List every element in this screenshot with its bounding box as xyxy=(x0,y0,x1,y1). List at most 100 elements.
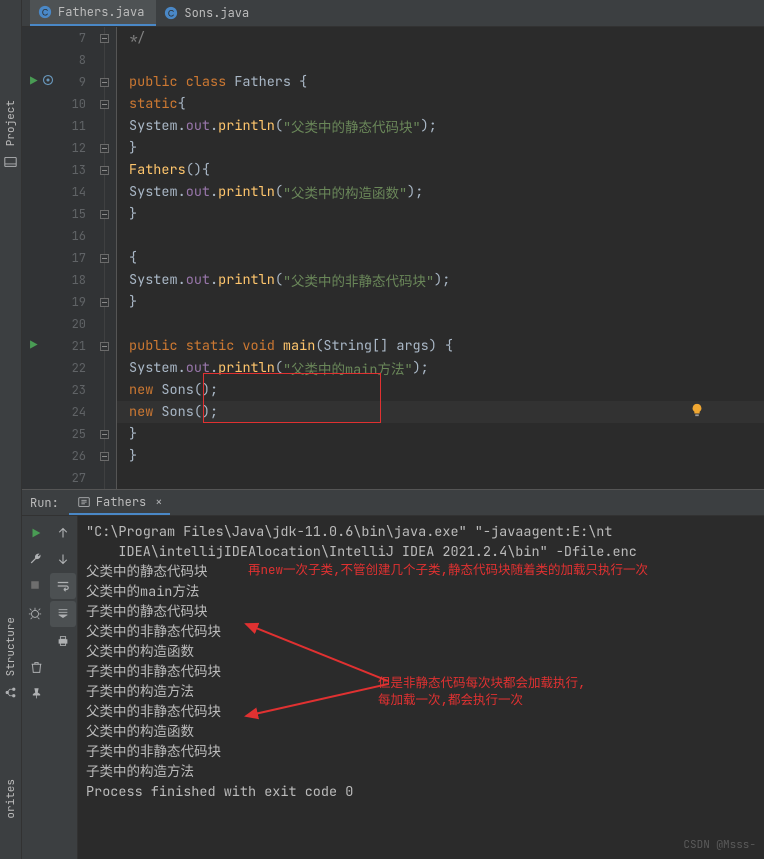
code-line[interactable]: static{ xyxy=(117,93,764,115)
code-line[interactable] xyxy=(117,225,764,247)
gutter-row[interactable]: 25 xyxy=(22,423,116,445)
fold-toggle[interactable] xyxy=(100,166,109,175)
line-number: 11 xyxy=(62,118,86,134)
code-line[interactable]: System.out.println("父类中的构造函数"); xyxy=(117,181,764,203)
up-button[interactable] xyxy=(50,520,78,546)
gutter-row[interactable]: 17 xyxy=(22,247,116,269)
run-toolbar xyxy=(22,516,78,859)
java-class-icon: C xyxy=(164,6,178,20)
scroll-to-end-button[interactable] xyxy=(50,601,77,627)
fold-toggle[interactable] xyxy=(100,298,109,307)
run-panel: Run: Fathers × xyxy=(22,489,764,859)
code-line[interactable] xyxy=(117,467,764,489)
fold-toggle[interactable] xyxy=(100,342,109,351)
editor-tabs: C Fathers.java C Sons.java xyxy=(22,0,764,27)
gutter-row[interactable]: 14 xyxy=(22,181,116,203)
gutter-row[interactable]: 11 xyxy=(22,115,116,137)
gutter-row[interactable]: 9 xyxy=(22,71,116,93)
gutter-row[interactable]: 13 xyxy=(22,159,116,181)
gutter-row[interactable]: 12 xyxy=(22,137,116,159)
code-line[interactable]: } xyxy=(117,423,764,445)
gutter-row[interactable]: 7 xyxy=(22,27,116,49)
fold-toggle[interactable] xyxy=(100,78,109,87)
gutter-row[interactable]: 22 xyxy=(22,357,116,379)
line-number: 26 xyxy=(62,448,86,464)
gutter-row[interactable]: 21 xyxy=(22,335,116,357)
code-line[interactable]: } xyxy=(117,137,764,159)
gutter-row[interactable]: 8 xyxy=(22,49,116,71)
fold-toggle[interactable] xyxy=(100,100,109,109)
fold-toggle[interactable] xyxy=(100,254,109,263)
watermark: CSDN @Msss- xyxy=(683,835,756,855)
code-line[interactable]: } xyxy=(117,445,764,467)
fold-toggle[interactable] xyxy=(100,34,109,43)
gutter-row[interactable]: 27 xyxy=(22,467,116,489)
code-line[interactable]: new Sons(); xyxy=(117,379,764,401)
gutter[interactable]: 7 8 910 11 1213 14 1516 17 18192021 22 232425 26 27 xyxy=(22,27,117,489)
print-button[interactable] xyxy=(50,628,78,654)
code-editor[interactable]: 789101112131415161718192021222324252627 … xyxy=(22,27,764,489)
console-line: Process finished with exit code 0 xyxy=(86,782,756,802)
pin-button[interactable] xyxy=(22,680,50,706)
code-line[interactable]: Fathers(){ xyxy=(117,159,764,181)
gutter-row[interactable]: 20 xyxy=(22,313,116,335)
annotation-1: 再new一次子类,不管创建几个子类,静态代码块随着类的加载只执行一次 xyxy=(248,560,648,580)
code-area[interactable]: */ public class Fathers { static{ System… xyxy=(117,27,764,489)
run-config-tab[interactable]: Fathers × xyxy=(69,490,171,515)
run-line-icon[interactable] xyxy=(28,338,39,354)
fold-toggle[interactable] xyxy=(100,144,109,153)
soft-wrap-button[interactable] xyxy=(50,573,77,599)
run-line-icon[interactable] xyxy=(28,74,39,90)
down-button[interactable] xyxy=(50,546,78,572)
run-title: Run: xyxy=(30,495,59,511)
console-line: 子类中的构造方法 xyxy=(86,762,756,782)
line-number: 17 xyxy=(62,250,86,266)
debug-button[interactable] xyxy=(22,600,49,626)
console-line: 子类中的静态代码块 xyxy=(86,602,756,622)
gutter-row[interactable]: 10 xyxy=(22,93,116,115)
code-line[interactable]: public class Fathers { xyxy=(117,71,764,93)
sidebar-tab-favorites[interactable]: orites xyxy=(4,779,18,819)
trash-button[interactable] xyxy=(22,654,50,680)
tab-label: Fathers.java xyxy=(58,4,144,20)
code-line[interactable]: } xyxy=(117,203,764,225)
layout-button[interactable] xyxy=(22,628,50,654)
fold-toggle[interactable] xyxy=(100,430,109,439)
code-line[interactable]: public static void main(String[] args) { xyxy=(117,335,764,357)
wrench-button[interactable] xyxy=(22,546,50,572)
tab-fathers[interactable]: C Fathers.java xyxy=(30,0,156,26)
fold-toggle[interactable] xyxy=(100,452,109,461)
close-icon[interactable]: × xyxy=(155,494,162,510)
line-number: 14 xyxy=(62,184,86,200)
gutter-row[interactable]: 16 xyxy=(22,225,116,247)
gutter-row[interactable]: 18 xyxy=(22,269,116,291)
tab-sons[interactable]: C Sons.java xyxy=(156,0,261,26)
intention-bulb-icon[interactable] xyxy=(690,403,704,422)
stop-button[interactable] xyxy=(22,572,49,598)
code-line[interactable]: { xyxy=(117,247,764,269)
code-line[interactable] xyxy=(117,49,764,71)
code-line[interactable]: } xyxy=(117,291,764,313)
line-number: 8 xyxy=(62,52,86,68)
svg-text:C: C xyxy=(42,8,48,18)
console-output[interactable]: 再new一次子类,不管创建几个子类,静态代码块随着类的加载只执行一次 但是非静态… xyxy=(78,516,764,859)
sidebar-tab-structure[interactable]: Structure xyxy=(4,617,18,699)
gutter-row[interactable]: 24 xyxy=(22,401,116,423)
code-line[interactable]: System.out.println("父类中的非静态代码块"); xyxy=(117,269,764,291)
gutter-row[interactable]: 15 xyxy=(22,203,116,225)
rerun-button[interactable] xyxy=(22,520,50,546)
code-line[interactable]: */ xyxy=(117,27,764,49)
tab-label: Sons.java xyxy=(184,5,249,21)
gutter-row[interactable]: 19 xyxy=(22,291,116,313)
fold-toggle[interactable] xyxy=(100,210,109,219)
sidebar-tab-project[interactable]: Project xyxy=(4,100,18,169)
class-gutter-icon[interactable] xyxy=(42,74,54,90)
code-line[interactable]: System.out.println("父类中的main方法"); xyxy=(117,357,764,379)
gutter-row[interactable]: 23 xyxy=(22,379,116,401)
code-line[interactable] xyxy=(117,313,764,335)
line-number: 22 xyxy=(62,360,86,376)
console-line: 父类中的构造函数 xyxy=(86,722,756,742)
code-line[interactable]: new Sons(); xyxy=(117,401,764,423)
code-line[interactable]: System.out.println("父类中的静态代码块"); xyxy=(117,115,764,137)
gutter-row[interactable]: 26 xyxy=(22,445,116,467)
